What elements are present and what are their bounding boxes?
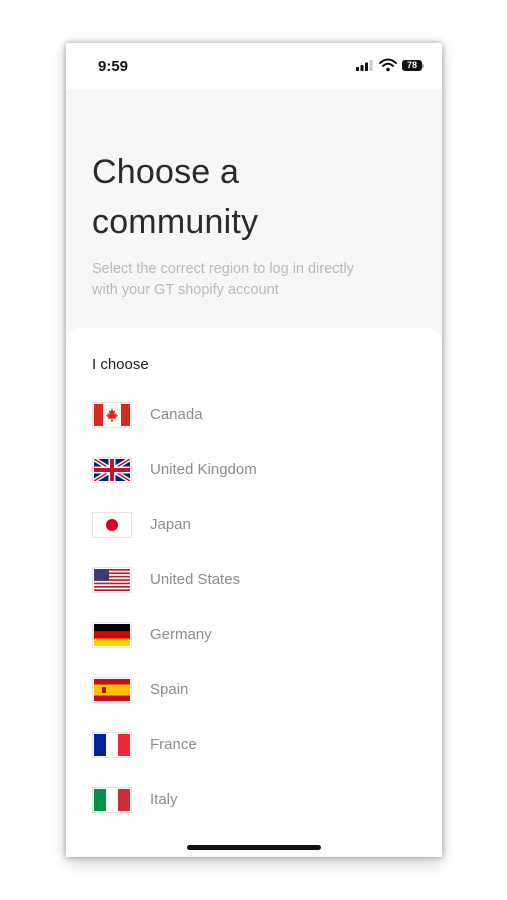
- country-selection-card: I choose Canada United Kingdom Japan Uni…: [66, 328, 442, 857]
- country-item-spain[interactable]: Spain: [92, 677, 422, 732]
- country-item-italy[interactable]: Italy: [92, 787, 422, 842]
- japan-flag-icon: [92, 512, 132, 538]
- uk-flag-icon: [92, 457, 132, 483]
- country-name: Canada: [150, 406, 203, 423]
- page-title-line-1: Choose a: [92, 153, 240, 191]
- section-label: I choose: [92, 356, 149, 373]
- status-bar: 9:59 78: [66, 43, 442, 89]
- country-name: Germany: [150, 626, 212, 643]
- spain-flag-icon: [92, 677, 132, 703]
- country-item-germany[interactable]: Germany: [92, 622, 422, 677]
- battery-level: 78: [406, 60, 417, 70]
- country-name: France: [150, 736, 197, 753]
- cellular-signal-icon: [356, 60, 373, 71]
- germany-flag-icon: [92, 622, 132, 648]
- country-name: Italy: [150, 791, 178, 808]
- france-flag-icon: [92, 732, 132, 758]
- subtitle-line-1: Select the correct region to log in dire…: [92, 261, 354, 277]
- home-indicator[interactable]: [187, 845, 321, 850]
- country-item-japan[interactable]: Japan: [92, 512, 422, 567]
- country-name: Spain: [150, 681, 189, 698]
- phone-screen: 9:59 78 Choose a community Select the co…: [66, 43, 442, 857]
- page-title-line-2: community: [92, 203, 259, 241]
- country-item-canada[interactable]: Canada: [92, 402, 422, 457]
- battery-icon: 78: [402, 60, 424, 71]
- country-item-france[interactable]: France: [92, 732, 422, 787]
- subtitle-line-2: with your GT shopify account: [92, 282, 279, 298]
- status-time: 9:59: [98, 58, 129, 75]
- country-item-united-kingdom[interactable]: United Kingdom: [92, 457, 422, 512]
- country-item-united-states[interactable]: United States: [92, 567, 422, 622]
- page-subtitle: Select the correct region to log in dire…: [92, 259, 412, 301]
- page-title: Choose a community: [92, 147, 412, 247]
- italy-flag-icon: [92, 787, 132, 813]
- wifi-icon: [379, 58, 397, 72]
- us-flag-icon: [92, 567, 132, 593]
- canada-flag-icon: [92, 402, 132, 428]
- country-list: Canada United Kingdom Japan United State…: [92, 402, 422, 842]
- country-name: United States: [150, 571, 241, 588]
- country-name: United Kingdom: [150, 461, 257, 478]
- country-name: Japan: [150, 516, 191, 533]
